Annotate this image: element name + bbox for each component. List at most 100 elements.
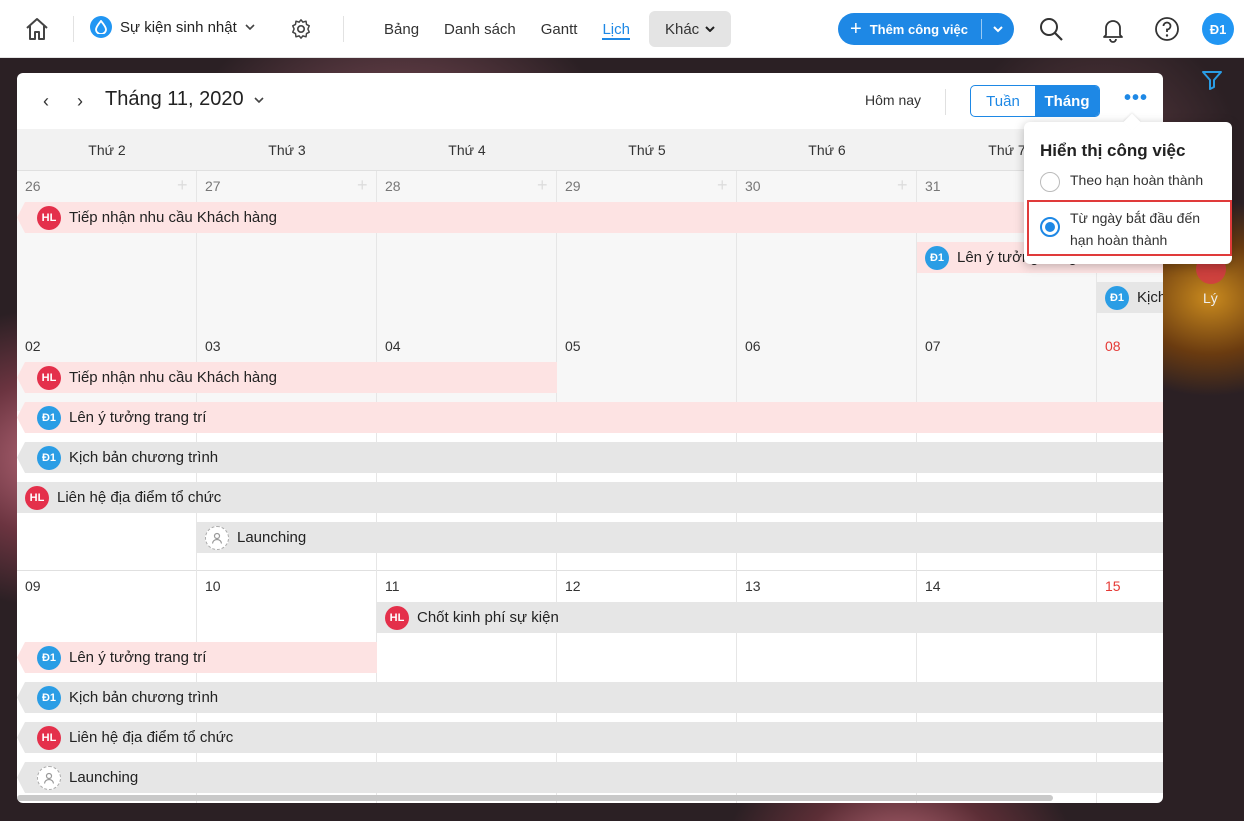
day-number: 10	[205, 578, 221, 594]
search-icon[interactable]	[1037, 15, 1065, 43]
weekday-label: Thứ 4	[448, 142, 486, 158]
day-number: 05	[565, 338, 581, 354]
event-bar[interactable]: HL Liên hệ địa điểm tổ chức	[17, 722, 1163, 753]
chevron-down-icon	[705, 26, 715, 32]
add-event-icon[interactable]: +	[357, 175, 368, 196]
event-bar[interactable]: HL Tiếp nhận nhu cầu Khách hàng	[17, 362, 557, 393]
calendar-toolbar: ‹ › Tháng 11, 2020 Hôm nay Tuần Tháng ••…	[17, 73, 1163, 129]
chevron-down-icon	[245, 24, 255, 30]
day-number: 11	[385, 578, 400, 594]
week-row: 02 03 04 05 06 07 08 HL Tiếp nhận nhu cầ…	[17, 331, 1163, 571]
assignee-avatar: Đ1	[1105, 285, 1129, 310]
project-selector[interactable]: Sự kiện sinh nhật	[90, 16, 255, 38]
day-number: 04	[385, 338, 401, 354]
add-event-icon[interactable]: +	[177, 175, 188, 196]
event-title: Liên hệ địa điểm tổ chức	[69, 729, 234, 746]
chevron-down-icon[interactable]	[992, 22, 1004, 36]
display-options-popup: Hiển thị công việc Theo hạn hoàn thành T…	[1024, 122, 1232, 264]
event-bar[interactable]: Đ1 Kịch bản chương trình	[1097, 282, 1163, 313]
filter-icon[interactable]	[1200, 68, 1224, 92]
next-month-button[interactable]: ›	[77, 91, 83, 112]
prev-month-button[interactable]: ‹	[43, 91, 49, 112]
divider	[981, 19, 982, 39]
assignee-avatar: Đ1	[37, 685, 61, 710]
assignee-avatar: HL	[25, 485, 49, 510]
event-title: Tiếp nhận nhu cầu Khách hàng	[69, 369, 277, 386]
divider	[343, 16, 344, 42]
bell-icon[interactable]	[1099, 15, 1127, 43]
week-row: 09 10 11 12 13 14 15 HL Chốt kinh phí sự…	[17, 571, 1163, 803]
month-selector[interactable]: Tháng 11, 2020	[105, 88, 264, 111]
weekday-label: Thứ 2	[88, 142, 126, 158]
gear-icon[interactable]	[290, 18, 312, 40]
tab-list[interactable]: Danh sách	[444, 0, 516, 58]
assignee-avatar: Đ1	[37, 405, 61, 430]
day-number: 26	[25, 178, 41, 194]
tab-board[interactable]: Bảng	[384, 0, 419, 58]
event-title: Lên ý tưởng trang trí	[69, 409, 207, 426]
event-bar[interactable]: HL Liên hệ địa điểm tổ chức	[17, 482, 1163, 513]
horizontal-scrollbar[interactable]	[17, 795, 1053, 801]
day-number: 03	[205, 338, 221, 354]
unassigned-user-icon	[205, 525, 229, 550]
assignee-avatar: Đ1	[37, 445, 61, 470]
week-view-button[interactable]: Tuần	[971, 86, 1035, 116]
event-bar[interactable]: Đ1 Kịch bản chương trình	[17, 442, 1163, 473]
radio-button[interactable]	[1040, 172, 1060, 192]
day-number: 06	[745, 338, 761, 354]
calendar-card: ‹ › Tháng 11, 2020 Hôm nay Tuần Tháng ••…	[17, 73, 1163, 803]
weekday-label: Thứ 6	[808, 142, 846, 158]
add-event-icon[interactable]: +	[537, 175, 548, 196]
event-bar[interactable]: HL Tiếp nhận nhu cầu Khách hàng	[17, 202, 1163, 233]
view-switch: Tuần Tháng	[970, 85, 1100, 117]
rail-label: Lý	[1203, 290, 1218, 306]
day-number: 31	[925, 178, 941, 194]
tab-calendar[interactable]: Lịch	[602, 0, 630, 58]
assignee-avatar: HL	[385, 605, 409, 630]
event-title: Lên ý tưởng trang trí	[69, 649, 207, 666]
divider	[73, 16, 74, 42]
event-bar[interactable]: HL Chốt kinh phí sự kiện	[377, 602, 1163, 633]
user-avatar[interactable]: Đ1	[1202, 13, 1234, 45]
event-bar[interactable]: Đ1 Lên ý tưởng trang trí	[17, 402, 1163, 433]
option-label: Theo hạn hoàn thành	[1070, 172, 1204, 188]
day-number: 12	[565, 578, 581, 594]
more-options-icon[interactable]: •••	[1124, 87, 1148, 110]
event-bar[interactable]: Launching	[17, 762, 1163, 793]
weekday-label: Thứ 5	[628, 142, 666, 158]
divider	[945, 89, 946, 115]
day-number: 13	[745, 578, 761, 594]
event-bar[interactable]: Đ1 Lên ý tưởng trang trí	[17, 642, 377, 673]
help-icon[interactable]	[1153, 15, 1181, 43]
view-tabs: Bảng Danh sách Gantt Lịch Khác	[384, 0, 756, 58]
assignee-avatar: HL	[37, 725, 61, 750]
chevron-down-icon	[254, 96, 264, 103]
home-icon[interactable]	[24, 17, 50, 41]
assignee-avatar: Đ1	[925, 245, 949, 270]
month-label: Tháng 11, 2020	[105, 88, 244, 110]
event-bar[interactable]: Đ1 Kịch bản chương trình	[17, 682, 1163, 713]
add-task-button[interactable]: + Thêm công việc	[838, 13, 1014, 45]
day-number: 09	[25, 578, 41, 594]
add-event-icon[interactable]: +	[897, 175, 908, 196]
event-title: Kịch bản chương trình	[1137, 289, 1163, 306]
tab-more[interactable]: Khác	[648, 11, 732, 47]
top-bar: Sự kiện sinh nhật Bảng Danh sách Gantt L…	[0, 0, 1244, 58]
add-event-icon[interactable]: +	[717, 175, 728, 196]
tab-more-label: Khác	[664, 20, 700, 38]
project-name: Sự kiện sinh nhật	[120, 18, 237, 36]
event-title: Kịch bản chương trình	[69, 449, 219, 466]
today-button[interactable]: Hôm nay	[865, 92, 921, 108]
day-number: 28	[385, 178, 401, 194]
event-title: Liên hệ địa điểm tổ chức	[57, 489, 222, 506]
highlight-box	[1027, 200, 1232, 256]
tab-gantt[interactable]: Gantt	[541, 0, 578, 58]
month-view-button[interactable]: Tháng	[1035, 86, 1099, 116]
option-deadline[interactable]: Theo hạn hoàn thành	[1040, 172, 1203, 192]
assignee-avatar: HL	[37, 365, 61, 390]
day-number: 27	[205, 178, 221, 194]
event-bar[interactable]: Launching	[197, 522, 1163, 553]
weekday-label: Thứ 3	[268, 142, 306, 158]
event-title: Launching	[69, 769, 139, 786]
day-number: 07	[925, 338, 941, 354]
